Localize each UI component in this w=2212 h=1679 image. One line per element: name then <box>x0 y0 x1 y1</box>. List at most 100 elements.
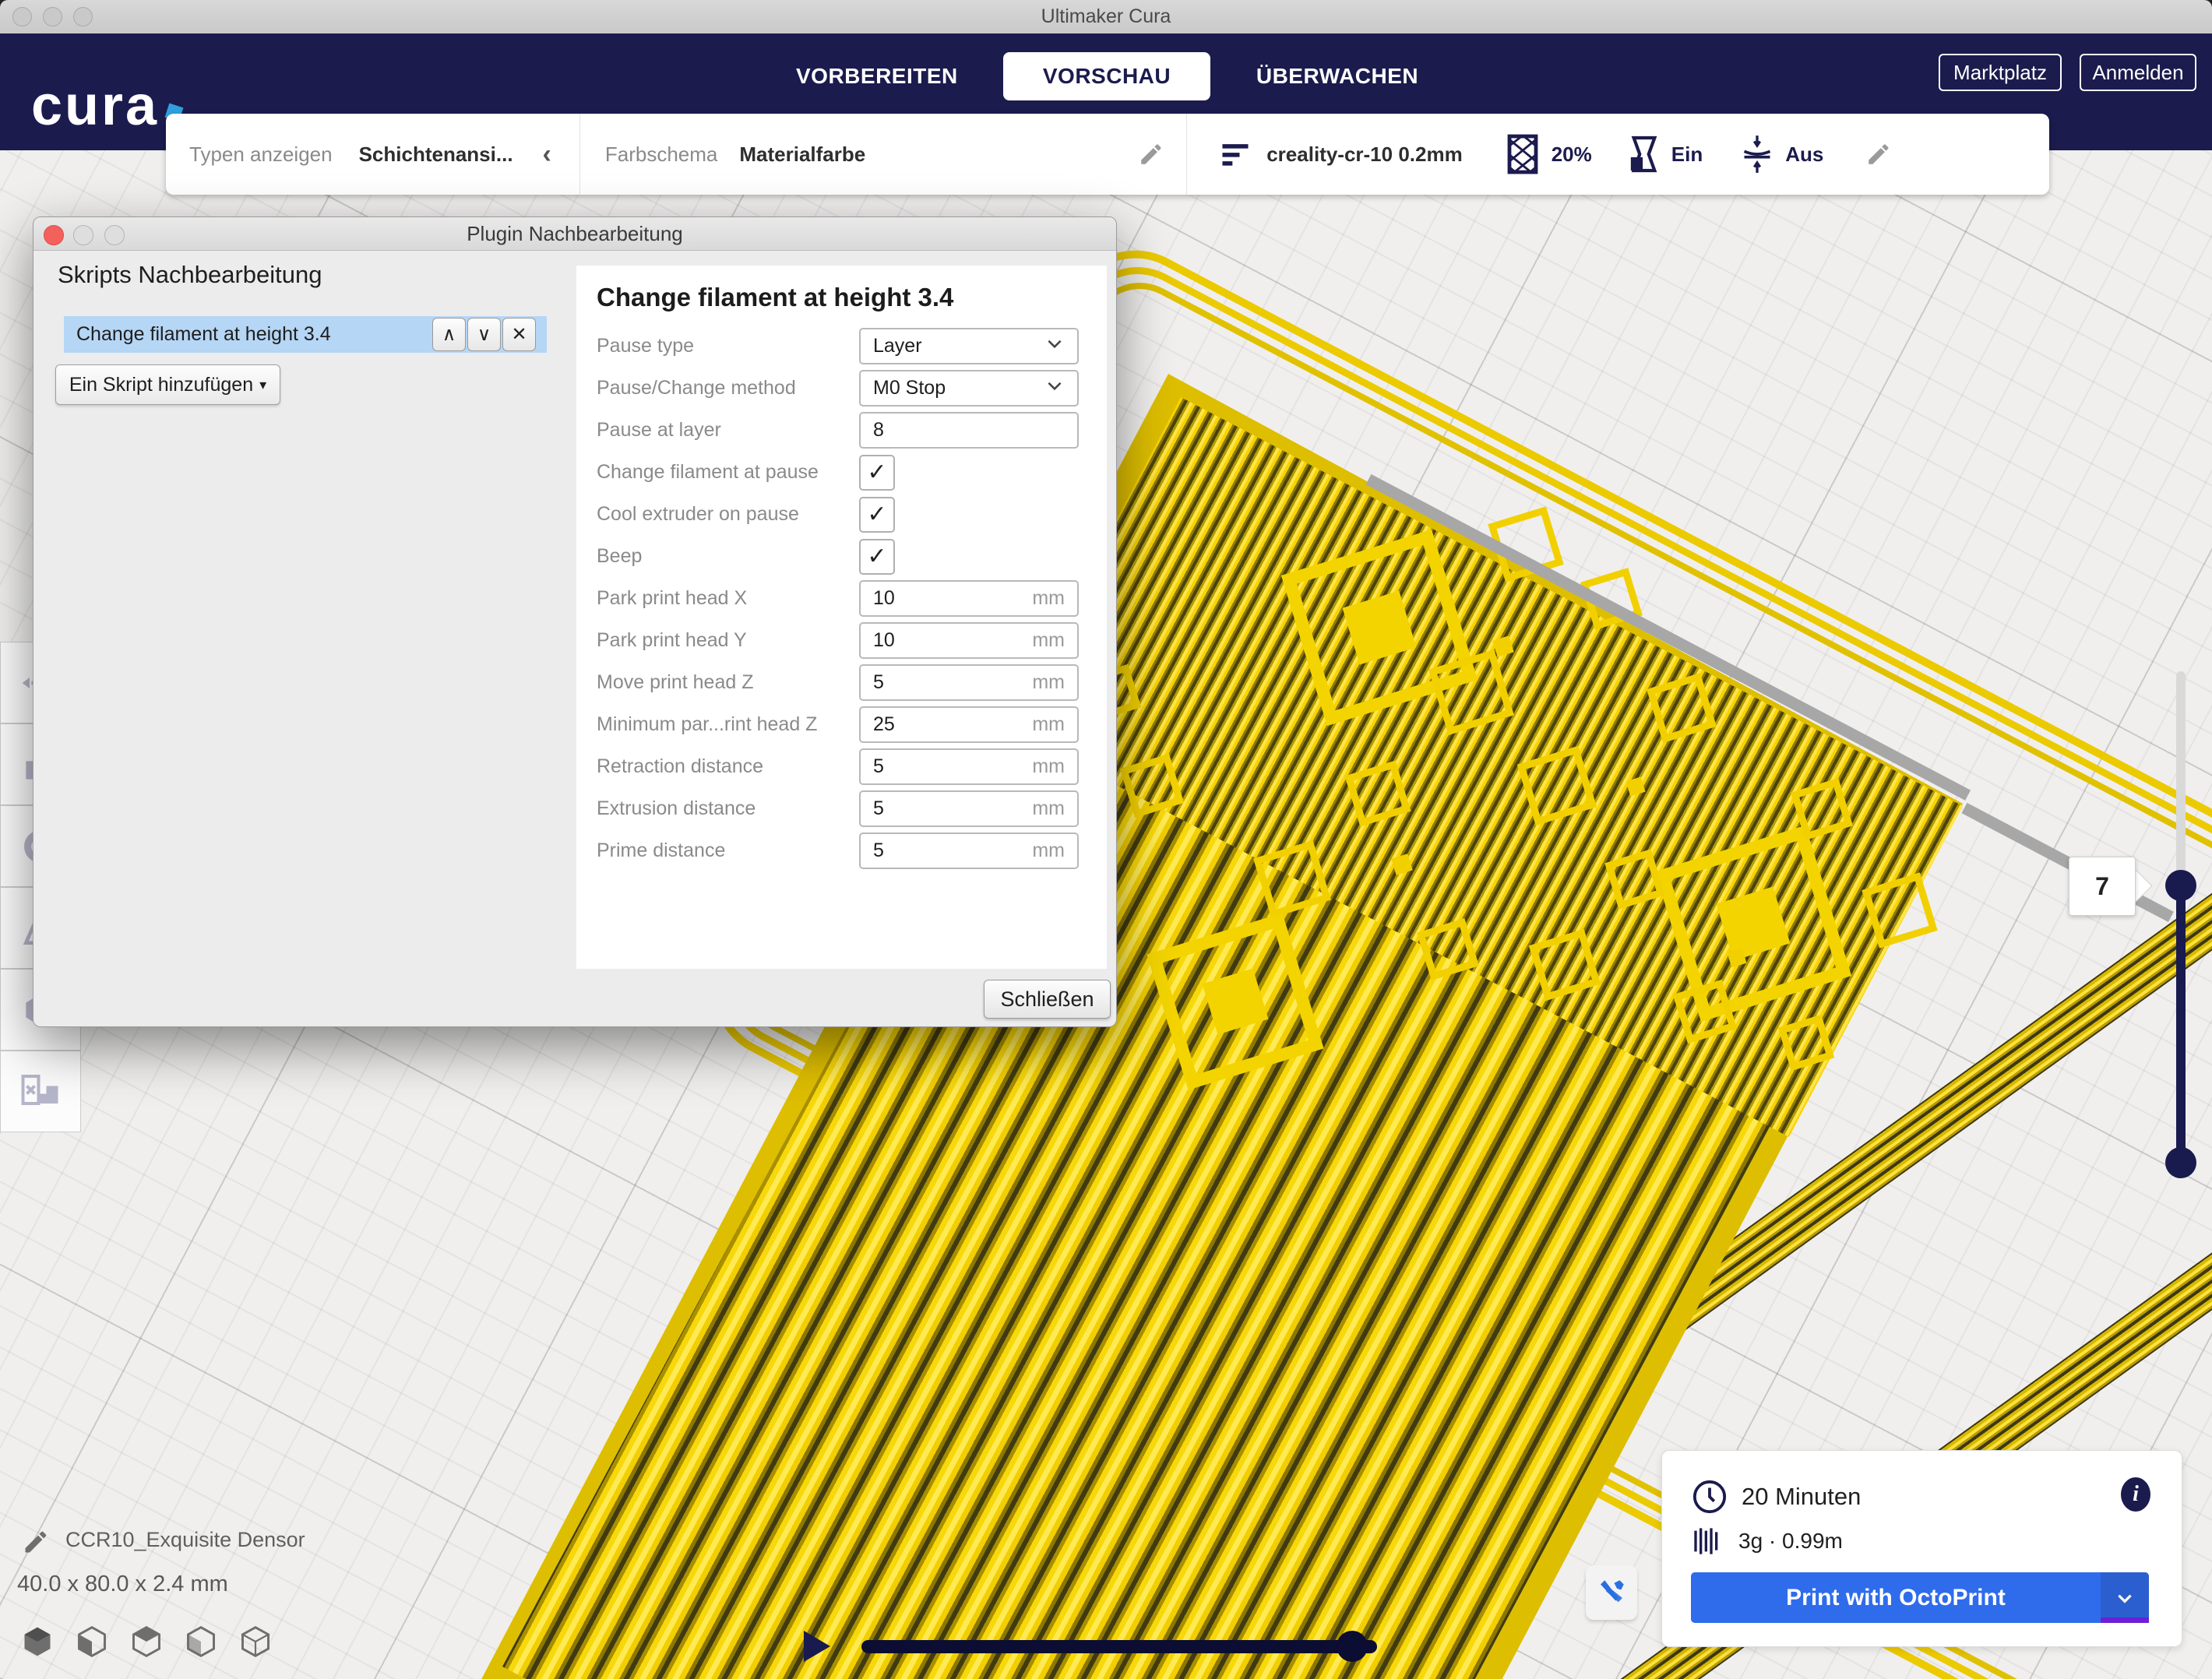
cura-logo: cura <box>31 74 159 138</box>
timeline-slider[interactable] <box>861 1640 1377 1653</box>
window-title: Ultimaker Cura <box>0 0 2212 33</box>
tab-ueberwachen[interactable]: ÜBERWACHEN <box>1256 52 1419 100</box>
color-scheme-label: Farbschema <box>605 143 718 167</box>
move-script-up-button[interactable]: ∧ <box>432 318 466 351</box>
tool-support-blocker-button[interactable] <box>0 1051 81 1132</box>
object-name[interactable]: CCR10_Exquisite Densor <box>65 1528 305 1552</box>
layer-slider-upper-handle[interactable] <box>2165 870 2196 901</box>
park-x-input[interactable]: 10mm <box>859 580 1079 617</box>
print-time-row: 20 Minuten <box>1692 1479 1861 1515</box>
form-row: Pause at layer 8 <box>597 412 1079 449</box>
layer-tooltip: 7 <box>2069 857 2136 916</box>
marketplace-button[interactable]: Marktplatz <box>1939 54 2062 91</box>
script-list-item-selected[interactable]: Change filament at height 3.4 ∧ ∨ ✕ <box>64 316 547 353</box>
stage-toolbar: Typen anzeigen Schichtenansi... ‹ Farbsc… <box>166 114 2049 195</box>
printer-profile-value[interactable]: creality-cr-10 0.2mm <box>1266 143 1462 167</box>
pause-at-layer-input[interactable]: 8 <box>859 412 1079 449</box>
check-icon: ✓ <box>867 543 886 570</box>
material-value: 3g · 0.99m <box>1738 1529 1843 1554</box>
form-row: Move print head Z 5mm <box>597 664 1079 701</box>
infill-icon <box>1506 134 1539 174</box>
layers-icon <box>1218 136 1252 173</box>
view-cube-front-icon[interactable] <box>75 1624 109 1659</box>
layer-slider-range[interactable] <box>2176 885 2186 1163</box>
dialog-titlebar[interactable]: Plugin Nachbearbeitung <box>33 217 1116 251</box>
scripts-heading: Skripts Nachbearbeitung <box>58 261 322 289</box>
info-icon[interactable]: i <box>2121 1477 2150 1512</box>
print-button-dropdown[interactable] <box>2101 1572 2149 1623</box>
print-info-card: 20 Minuten i 3g · 0.99m Print with OctoP… <box>1661 1450 2182 1647</box>
object-dimensions: 40.0 x 80.0 x 2.4 mm <box>17 1572 228 1597</box>
adhesion-icon <box>1740 133 1774 175</box>
extrusion-distance-input[interactable]: 5mm <box>859 790 1079 827</box>
form-row: Park print head Y 10mm <box>597 622 1079 659</box>
form-row: Beep ✓ <box>597 538 1079 575</box>
retraction-distance-input[interactable]: 5mm <box>859 748 1079 785</box>
check-icon: ✓ <box>867 459 886 486</box>
form-row: Retraction distance 5mm <box>597 748 1079 785</box>
tab-vorschau[interactable]: VORSCHAU <box>1003 52 1210 100</box>
view-type-label: Typen anzeigen <box>189 143 333 167</box>
form-row: Minimum par...rint head Z 25mm <box>597 706 1079 743</box>
caret-down-icon: ▾ <box>259 377 266 393</box>
post-processing-dialog: Plugin Nachbearbeitung Skripts Nachbearb… <box>33 216 1117 1027</box>
chevron-down-icon <box>1044 375 1065 396</box>
machine-settings-button[interactable] <box>1586 1565 1637 1620</box>
play-button[interactable] <box>804 1631 830 1662</box>
infill-percent-value[interactable]: 20% <box>1552 143 1592 167</box>
prime-distance-input[interactable]: 5mm <box>859 832 1079 869</box>
pause-type-select[interactable]: Layer <box>859 328 1079 364</box>
dialog-close-button[interactable] <box>44 225 64 245</box>
signin-button[interactable]: Anmelden <box>2080 54 2196 91</box>
edit-pencil-icon[interactable] <box>1865 141 1892 167</box>
layer-slider-lower-handle[interactable] <box>2165 1147 2196 1178</box>
park-y-input[interactable]: 10mm <box>859 622 1079 659</box>
tab-vorbereiten[interactable]: VORBEREITEN <box>796 52 952 100</box>
form-row: Pause/Change method M0 Stop <box>597 370 1079 407</box>
move-script-down-button[interactable]: ∨ <box>467 318 501 351</box>
beep-checkbox[interactable]: ✓ <box>859 539 895 575</box>
material-row: 3g · 0.99m <box>1692 1524 1843 1558</box>
window-minimize-button[interactable] <box>43 7 62 26</box>
form-row: Extrusion distance 5mm <box>597 790 1079 827</box>
window-close-button[interactable] <box>12 7 32 26</box>
print-time-value: 20 Minuten <box>1742 1483 1861 1511</box>
move-z-input[interactable]: 5mm <box>859 664 1079 701</box>
check-icon: ✓ <box>867 501 886 528</box>
adhesion-state-value[interactable]: Aus <box>1785 143 1823 167</box>
edit-pencil-icon[interactable] <box>1138 141 1164 167</box>
pause-method-select[interactable]: M0 Stop <box>859 370 1079 407</box>
form-row: Cool extruder on pause ✓ <box>597 496 1079 533</box>
view-type-value[interactable]: Schichtenansi... <box>359 143 513 167</box>
view-cube-outline-icon[interactable] <box>238 1624 273 1659</box>
chevron-down-icon <box>2115 1588 2135 1608</box>
clock-icon <box>1692 1479 1728 1515</box>
form-row: Park print head X 10mm <box>597 580 1079 617</box>
view-cube-left-icon[interactable] <box>184 1624 218 1659</box>
cool-extruder-checkbox[interactable]: ✓ <box>859 497 895 533</box>
close-dialog-button[interactable]: Schließen <box>984 980 1111 1019</box>
view-cube-solid-icon[interactable] <box>20 1624 55 1659</box>
support-state-value[interactable]: Ein <box>1671 143 1703 167</box>
chevron-down-icon <box>1044 333 1065 354</box>
script-settings-panel: Change filament at height 3.4 Pause type… <box>576 266 1107 969</box>
view-cube-top-icon[interactable] <box>129 1624 164 1659</box>
minimum-z-input[interactable]: 25mm <box>859 706 1079 743</box>
script-item-label: Change filament at height 3.4 <box>64 323 331 346</box>
window-titlebar[interactable]: Ultimaker Cura <box>0 0 2212 34</box>
filament-icon <box>1692 1524 1723 1558</box>
change-filament-checkbox[interactable]: ✓ <box>859 455 895 491</box>
timeline-thumb[interactable] <box>1337 1631 1368 1662</box>
remove-script-button[interactable]: ✕ <box>502 318 536 351</box>
add-script-button[interactable]: Ein Skript hinzufügen ▾ <box>55 364 280 405</box>
rename-pencil-icon[interactable] <box>22 1528 50 1556</box>
window-zoom-button[interactable] <box>73 7 93 26</box>
script-settings-heading: Change filament at height 3.4 <box>597 283 1079 312</box>
collapse-chevron-icon[interactable]: ‹ <box>543 139 551 170</box>
support-blocker-icon <box>17 1068 64 1115</box>
print-button[interactable]: Print with OctoPrint <box>1691 1572 2149 1623</box>
layer-slider-track[interactable] <box>2176 671 2186 889</box>
dialog-minimize-button[interactable] <box>73 225 93 245</box>
color-scheme-value[interactable]: Materialfarbe <box>739 143 865 167</box>
dialog-zoom-button[interactable] <box>104 225 125 245</box>
